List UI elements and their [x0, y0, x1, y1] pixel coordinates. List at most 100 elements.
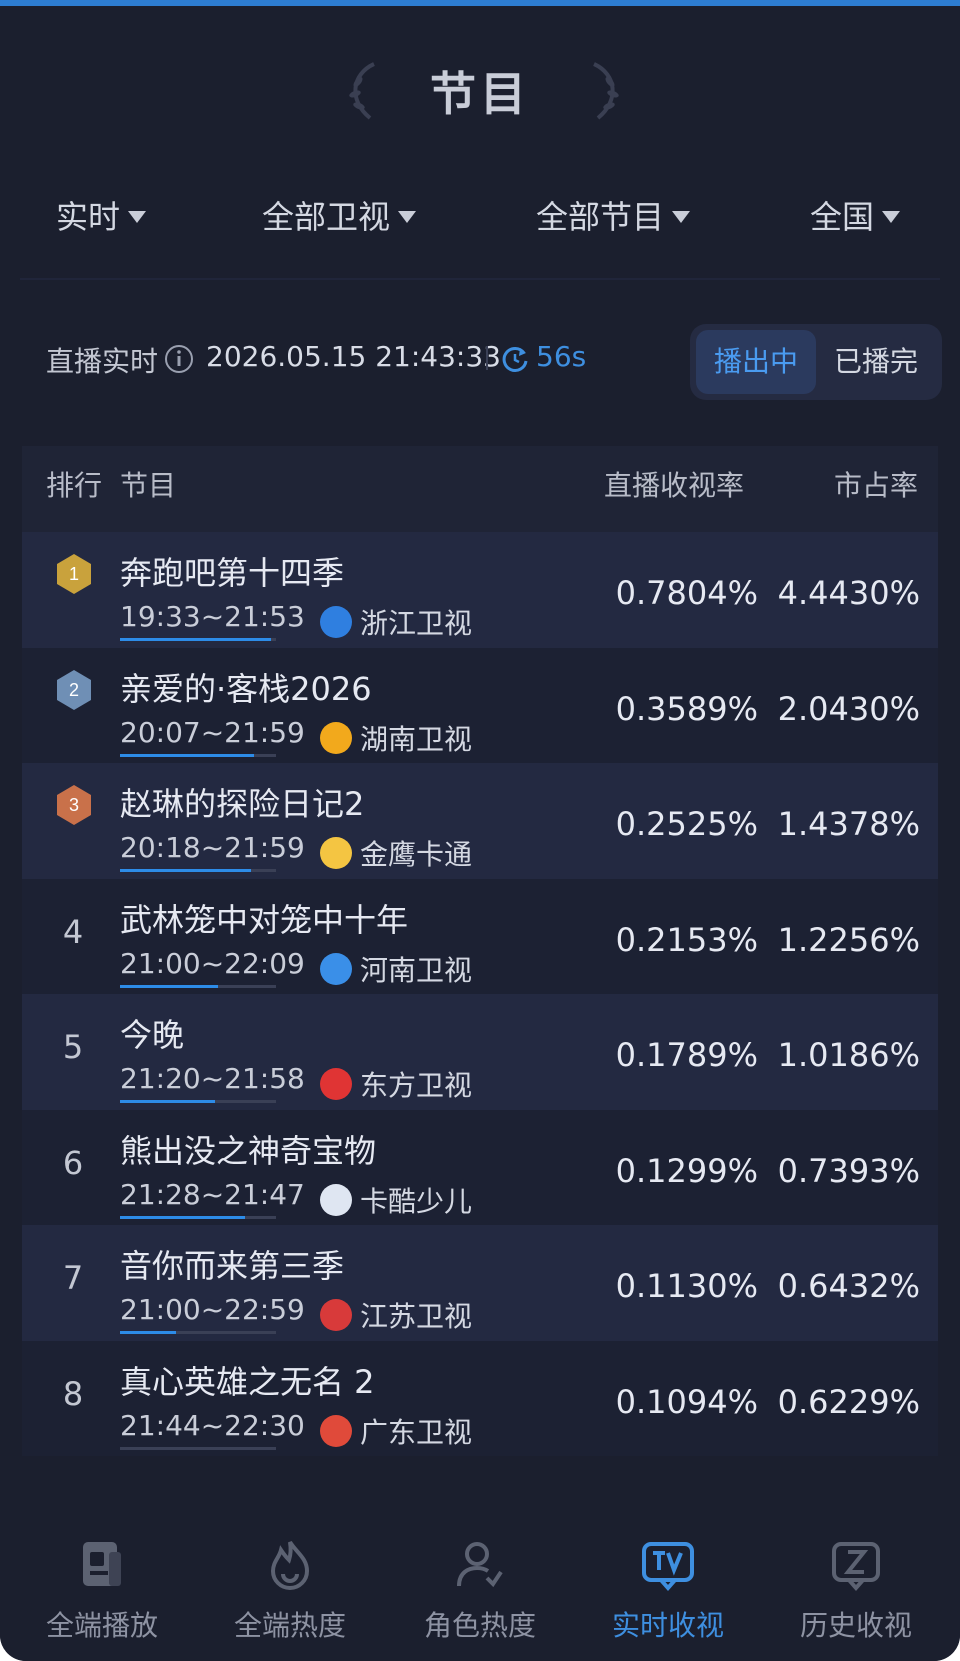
market-share: 1.4378% [777, 805, 920, 843]
refresh-countdown: 56s [536, 340, 587, 373]
header-program: 节目 [120, 469, 177, 502]
channel-logo-icon [320, 606, 352, 638]
refresh-icon[interactable] [500, 344, 530, 374]
program-name[interactable]: 亲爱的·客栈2026 [120, 664, 372, 710]
airing-progress-fill [120, 869, 252, 872]
airing-progress-fill [120, 1215, 245, 1219]
program-time: 19:33~21:53 [120, 600, 305, 633]
table-row[interactable]: 3 赵琳的探险日记2 20:18~21:59 金鹰卡通 0.2525% 1.43… [22, 763, 938, 879]
market-share: 1.0186% [777, 1036, 920, 1074]
table-row[interactable]: 7 音你而来第三季 21:00~22:59 江苏卫视 0.1130% 0.643… [22, 1225, 938, 1341]
caret-down-icon [882, 211, 901, 223]
channel-name: 江苏卫视 [360, 1300, 473, 1333]
caret-down-icon [398, 211, 417, 223]
live-rating: 0.1130% [615, 1267, 758, 1305]
live-label: 直播实时 [46, 345, 159, 378]
program-time: 20:18~21:59 [120, 831, 305, 864]
nav-realtime-ratings[interactable]: 实时收视 [578, 1538, 758, 1648]
nav-character-heat[interactable]: 角色热度 [390, 1538, 570, 1648]
airing-progress-bar [120, 869, 276, 872]
caret-down-icon [672, 211, 691, 223]
program-name[interactable]: 音你而来第三季 [120, 1241, 344, 1287]
program-time: 21:28~21:47 [120, 1177, 305, 1211]
rank-badge-icon: 3 [57, 785, 91, 825]
divider [20, 278, 940, 280]
table-row[interactable]: 5 今晚 21:20~21:58 东方卫视 0.1789% 1.0186% [22, 994, 938, 1110]
program-name[interactable]: 奔跑吧第十四季 [120, 548, 344, 594]
program-time: 21:00~22:09 [120, 946, 305, 980]
filter-label: 实时 [56, 198, 121, 236]
nav-label: 全端热度 [233, 1609, 346, 1642]
market-share: 0.6432% [777, 1267, 920, 1305]
program-name[interactable]: 熊出没之神奇宝物 [120, 1126, 376, 1172]
nav-history-ratings[interactable]: 历史收视 [766, 1538, 946, 1648]
channel-logo-icon [320, 1183, 352, 1216]
header-share[interactable]: 市占率 [834, 464, 918, 504]
table-row[interactable]: 8 真心英雄之无名 2 21:44~22:30 广东卫视 0.1094% 0.6… [22, 1340, 938, 1456]
program-name[interactable]: 真心英雄之无名 2 [120, 1357, 375, 1403]
market-share: 0.6229% [777, 1382, 920, 1421]
table-row[interactable]: 1 奔跑吧第十四季 19:33~21:53 浙江卫视 0.7804% 4.443… [22, 532, 938, 648]
page-header: 节目 [0, 12, 960, 160]
live-rating: 0.1789% [615, 1036, 758, 1074]
channel-name: 浙江卫视 [360, 607, 473, 640]
filter-region-dropdown[interactable]: 全国 [810, 192, 901, 238]
market-share: 4.4430% [777, 574, 920, 612]
filter-label: 全部卫视 [262, 198, 391, 236]
channel-name: 广东卫视 [360, 1415, 473, 1449]
program-name[interactable]: 今晚 [120, 1010, 184, 1056]
program-time: 20:07~21:59 [120, 715, 305, 749]
program-time: 21:20~21:58 [120, 1062, 305, 1095]
airing-progress-bar [120, 1446, 276, 1450]
nav-label: 全端播放 [45, 1609, 158, 1642]
channel-logo-icon [320, 1068, 352, 1100]
channel-name: 金鹰卡通 [360, 838, 473, 871]
filter-channel-dropdown[interactable]: 全部卫视 [262, 192, 417, 238]
nav-all-platform-heat[interactable]: 全端热度 [200, 1538, 380, 1648]
market-share: 1.2256% [777, 920, 920, 959]
filter-label: 全国 [810, 198, 875, 236]
toggle-airing[interactable]: 播出中 [696, 330, 816, 394]
filter-bar: 实时 全部卫视 全部节目 全国 [0, 186, 960, 250]
flame-icon [270, 1540, 310, 1590]
history-tv-icon [832, 1542, 880, 1592]
nav-all-platform-play[interactable]: 全端播放 [12, 1538, 192, 1648]
rank-number: 7 [62, 1259, 84, 1297]
live-rating: 0.3589% [615, 689, 758, 728]
rank-number: 4 [62, 912, 84, 951]
document-icon [83, 1542, 121, 1586]
table-row[interactable]: 6 熊出没之神奇宝物 21:28~21:47 卡酷少儿 0.1299% 0.73… [22, 1109, 938, 1225]
caret-down-icon [128, 211, 147, 223]
channel-logo-icon [320, 837, 352, 869]
filter-program-dropdown[interactable]: 全部节目 [536, 192, 691, 238]
live-datetime: 2026.05.15 21:43:33 [206, 340, 501, 373]
channel-name: 卡酷少儿 [360, 1184, 473, 1218]
program-time: 21:00~22:59 [120, 1293, 305, 1326]
filter-time-dropdown[interactable]: 实时 [56, 192, 147, 238]
separator [486, 346, 488, 370]
toggle-finished[interactable]: 已播完 [816, 330, 936, 394]
channel-name: 湖南卫视 [360, 722, 473, 756]
airing-progress-bar [120, 1215, 276, 1219]
nav-label: 实时收视 [611, 1609, 724, 1642]
rank-number: 2 [69, 680, 79, 700]
program-name[interactable]: 武林笼中对笼中十年 [120, 895, 408, 941]
header-rating[interactable]: 直播收视率 [604, 464, 744, 504]
page-title: 节目 [430, 67, 530, 121]
person-icon [457, 1542, 503, 1588]
rank-number: 8 [62, 1374, 84, 1413]
rank-badge-icon: 2 [57, 669, 91, 710]
airing-progress-bar [120, 638, 276, 641]
info-icon[interactable] [164, 344, 194, 374]
channel-logo-icon [320, 1414, 352, 1447]
laurel-right-icon [593, 62, 619, 120]
program-name[interactable]: 赵琳的探险日记2 [120, 779, 364, 825]
table-row[interactable]: 4 武林笼中对笼中十年 21:00~22:09 河南卫视 0.2153% 1.2… [22, 878, 938, 994]
airing-progress-bar [120, 753, 276, 757]
rank-number: 3 [69, 795, 79, 815]
nav-label: 角色热度 [423, 1609, 536, 1642]
app-window: ky.live ky.live ky.live ky.live ky.live … [0, 0, 960, 1661]
live-rating: 0.7804% [615, 574, 758, 612]
airing-progress-fill [120, 1331, 177, 1334]
table-row[interactable]: 2 亲爱的·客栈2026 20:07~21:59 湖南卫视 0.3589% 2.… [22, 647, 938, 763]
